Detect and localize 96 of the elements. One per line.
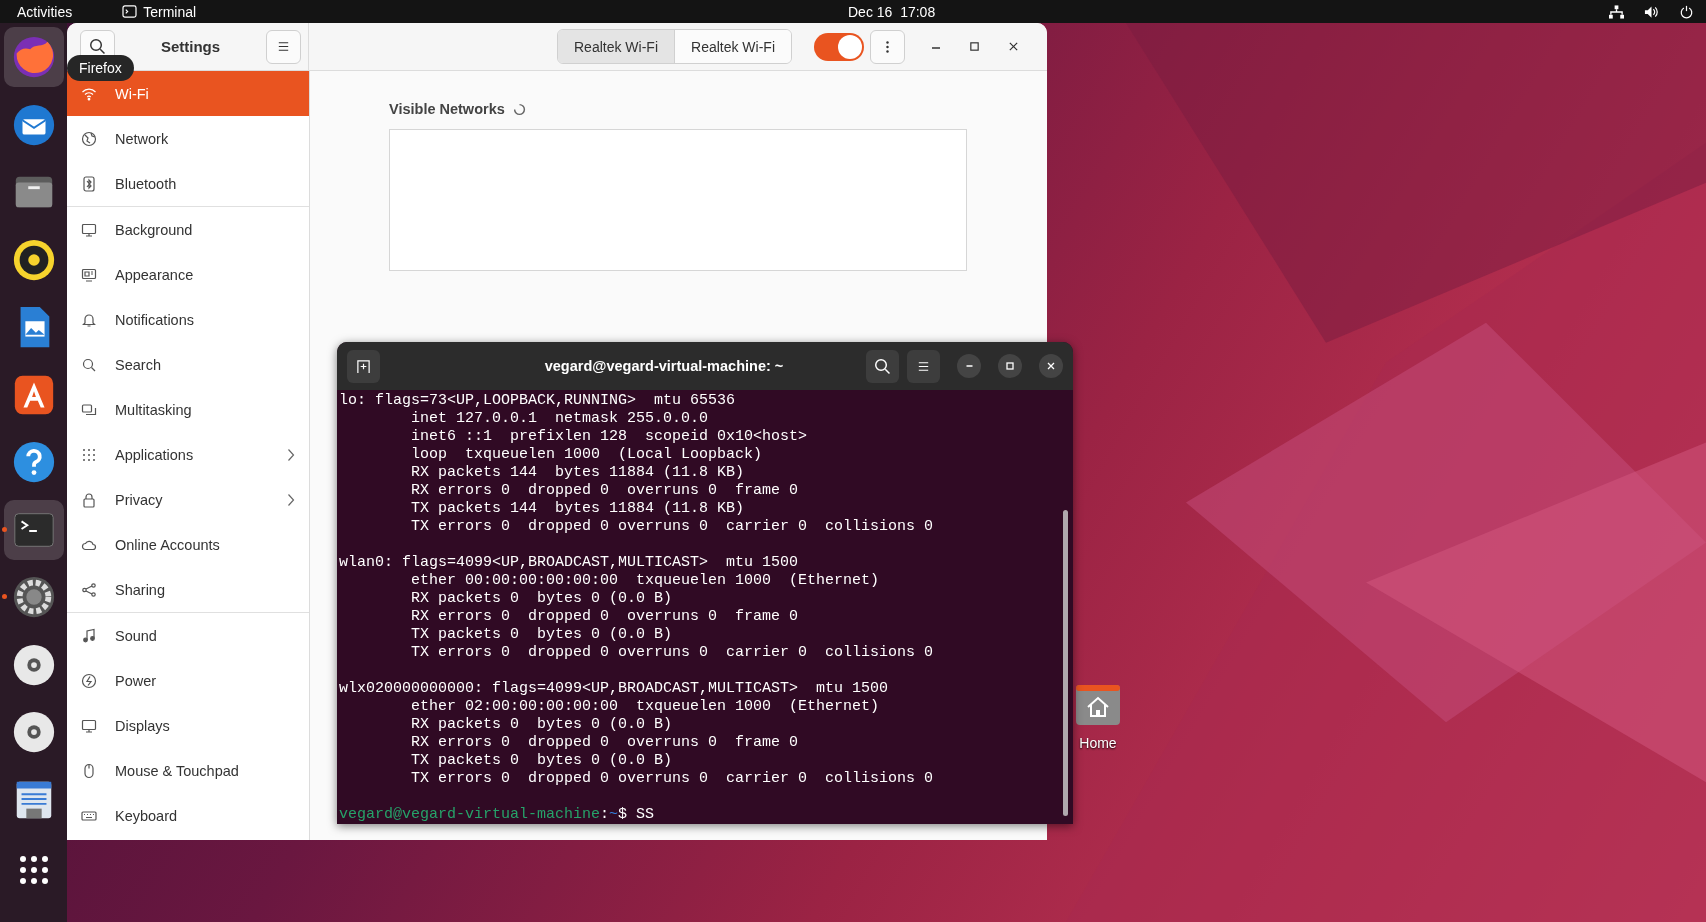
terminal-output-line: RX packets 0 bytes 0 (0.0 B)	[410, 716, 673, 734]
grid-icon	[81, 446, 97, 463]
globe-icon	[81, 130, 97, 147]
sidebar-item[interactable]: Keyboard	[67, 793, 309, 838]
chevron-right-icon	[287, 492, 295, 507]
maximize-button[interactable]	[998, 354, 1022, 378]
sidebar-item[interactable]: Appearance	[67, 252, 309, 297]
maximize-icon	[1005, 361, 1015, 371]
desktop-icon-label: Home	[1079, 735, 1117, 751]
kebab-icon	[886, 40, 890, 53]
running-indicator	[1, 594, 7, 599]
music-note-icon	[81, 627, 97, 644]
terminal-output-line: RX packets 144 bytes 11884 (11.8 KB)	[410, 464, 745, 482]
close-icon[interactable]	[1008, 41, 1020, 52]
share-icon	[81, 581, 97, 598]
maximize-icon[interactable]	[969, 41, 981, 52]
spinner-icon	[512, 102, 526, 116]
terminal-output-line: inet6 ::1 prefixlen 128 scopeid 0x10<host>	[410, 428, 808, 446]
terminal-output-line: TX packets 0 bytes 0 (0.0 B)	[410, 752, 673, 770]
wifi-toggle[interactable]	[814, 32, 865, 61]
sidebar-item[interactable]: Privacy	[67, 477, 309, 522]
sidebar-item[interactable]: Multitasking	[67, 387, 309, 432]
sidebar-item[interactable]: Background	[67, 207, 309, 252]
menu-button[interactable]	[907, 349, 940, 383]
terminal-output-line: TX errors 0 dropped 0 overruns 0 carrier 0 collisions 0	[410, 770, 934, 788]
grid-icon	[18, 855, 49, 885]
sidebar-item[interactable]: Displays	[67, 703, 309, 748]
window-title: vegard@vegard-virtual-machine: ~	[543, 358, 785, 374]
mouse-icon	[81, 762, 97, 779]
volume-icon[interactable]	[1644, 4, 1659, 19]
close-button[interactable]	[1039, 354, 1063, 378]
power-icon	[81, 672, 97, 689]
sidebar-item[interactable]: Bluetooth	[67, 161, 309, 206]
monitor-icon	[81, 221, 97, 238]
terminal-output-line: ether 00:00:00:00:00:00 txqueuelen 1000 (Ethernet)	[410, 572, 880, 590]
terminal-output-line: RX errors 0 dropped 0 overruns 0 frame 0	[410, 608, 799, 626]
folder-home-icon	[1074, 683, 1122, 727]
terminal-output-line: wlx020000000000: flags=4099<UP,BROADCAST,MULTICAST> mtu 1500	[339, 680, 889, 698]
lock-icon	[81, 491, 97, 508]
dock-app-button[interactable]	[3, 27, 64, 87]
terminal-output-line: TX errors 0 dropped 0 overruns 0 carrier 0 collisions 0	[410, 644, 934, 662]
adapter-tab[interactable]: Realtek Wi-Fi	[674, 30, 792, 63]
monitor-icon	[81, 717, 97, 734]
prompt-separator: :	[600, 806, 610, 823]
terminal-output-line: TX packets 144 bytes 11884 (11.8 KB)	[410, 500, 745, 518]
clock[interactable]: Dec 16 17:08	[848, 3, 936, 20]
menu-button[interactable]	[266, 29, 301, 64]
adapter-tab[interactable]: Realtek Wi-Fi	[558, 30, 674, 63]
terminal-output-line: TX packets 0 bytes 0 (0.0 B)	[410, 626, 673, 644]
terminal-icon	[122, 5, 138, 18]
sidebar-item[interactable]: Search	[67, 342, 309, 387]
minimize-icon[interactable]	[931, 47, 942, 49]
sidebar-item[interactable]: Mouse & Touchpad	[67, 748, 309, 793]
scrollbar[interactable]	[1063, 510, 1068, 816]
terminal-output-line: loop txqueuelen 1000 (Local Loopback)	[410, 446, 763, 464]
terminal-output-line: TX errors 0 dropped 0 overruns 0 carrier 0 collisions 0	[410, 518, 934, 536]
bluetooth-icon	[81, 175, 97, 192]
running-indicator	[1, 526, 7, 532]
sidebar-item[interactable]: Notifications	[67, 297, 309, 342]
search-icon	[875, 358, 890, 374]
terminal-output-line: RX packets 0 bytes 0 (0.0 B)	[410, 590, 673, 608]
search-button[interactable]	[866, 349, 899, 383]
network-icon[interactable]	[1609, 4, 1624, 19]
chevron-right-icon	[287, 447, 295, 462]
sidebar-item[interactable]: Sharing	[67, 567, 309, 612]
terminal-output-line: wlan0: flags=4099<UP,BROADCAST,MULTICAST> mtu 1500	[339, 554, 799, 572]
bell-icon	[81, 311, 97, 328]
tooltip: Firefox	[67, 55, 134, 81]
prompt-user: vegard@vegard-virtual-machine	[339, 806, 601, 823]
prompt-path: ~	[609, 806, 619, 823]
power-icon[interactable]	[1679, 4, 1694, 19]
command-input[interactable]: $ SS	[618, 806, 655, 823]
sidebar-item[interactable]: Applications	[67, 432, 309, 477]
sidebar-item[interactable]: Network	[67, 116, 309, 161]
terminal-output-line: lo: flags=73<UP,LOOPBACK,RUNNING> mtu 65536	[339, 392, 736, 410]
home-folder-icon[interactable]: Home	[1070, 683, 1126, 751]
app-menu[interactable]: Terminal	[122, 3, 197, 20]
sidebar-item[interactable]: Power	[67, 658, 309, 703]
terminal-output-line: RX errors 0 dropped 0 overruns 0 frame 0	[410, 482, 799, 500]
terminal-output-line: inet 127.0.0.1 netmask 255.0.0.0	[410, 410, 709, 428]
menu-icon	[276, 39, 291, 54]
terminal-output-line: ether 02:00:00:00:00:00 txqueuelen 1000 (Ethernet)	[410, 698, 880, 716]
new-tab-button[interactable]	[347, 349, 380, 383]
minimize-button[interactable]	[957, 354, 981, 378]
activities-button[interactable]: Activities	[15, 3, 75, 20]
new-tab-icon	[356, 358, 371, 374]
search-icon	[81, 356, 97, 373]
search-icon	[90, 39, 105, 54]
close-icon	[1046, 361, 1056, 371]
sidebar-item[interactable]: Sound	[67, 613, 309, 658]
terminal-output-line: RX errors 0 dropped 0 overruns 0 frame 0	[410, 734, 799, 752]
minimize-icon	[965, 365, 973, 367]
section-heading: Visible Networks	[389, 101, 505, 117]
windows-icon	[81, 401, 97, 418]
sidebar-item[interactable]: Online Accounts	[67, 522, 309, 567]
window-title: Settings	[160, 38, 221, 55]
